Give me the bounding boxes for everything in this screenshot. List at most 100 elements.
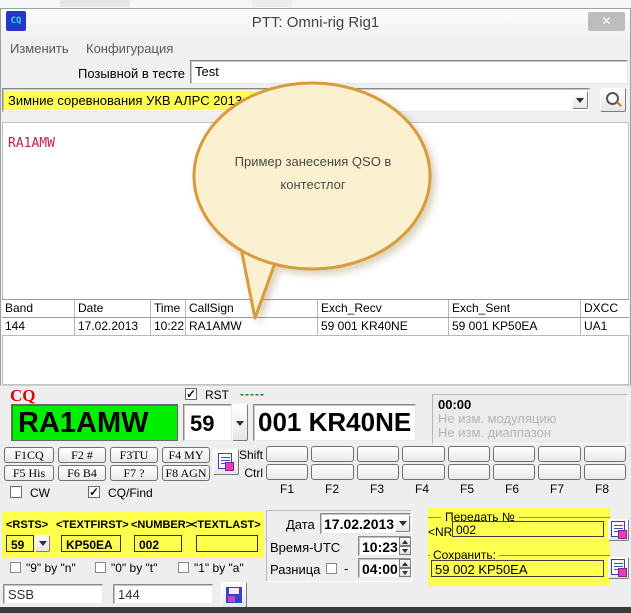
shift-macro-slot[interactable] <box>448 446 490 462</box>
column-header: Band <box>2 300 75 317</box>
status-timer: 00:00 <box>438 397 471 412</box>
save-settings-button[interactable] <box>221 582 247 608</box>
textlast-field[interactable] <box>196 535 258 552</box>
ctrl-macro-slot[interactable] <box>448 464 490 480</box>
ctrl-macro-slot[interactable] <box>493 464 535 480</box>
fkey-label: F5 <box>446 482 488 496</box>
diff-label: Разница <box>270 562 320 577</box>
cw-label: CW <box>30 486 50 500</box>
cw-checkbox[interactable] <box>10 486 22 498</box>
chevron-down-icon <box>39 541 47 546</box>
macro-button-f4my[interactable]: F4 MY <box>162 447 210 463</box>
close-icon[interactable]: ✕ <box>588 12 625 31</box>
macro-button-f2[interactable]: F2 # <box>58 447 106 463</box>
one-by-a-checkbox[interactable] <box>178 562 189 573</box>
rst-label: RST <box>205 388 229 402</box>
fkey-label: F7 <box>536 482 578 496</box>
rst-combo-dropdown-button[interactable] <box>232 404 248 441</box>
search-icon <box>604 91 622 109</box>
window-title: PTT: Omni-rig Rig1 <box>0 14 631 31</box>
diff-checkbox[interactable] <box>326 563 337 574</box>
shift-macro-slot[interactable] <box>538 446 580 462</box>
date-combo[interactable]: 17.02.2013 <box>320 513 411 534</box>
rst-combo[interactable]: 59 <box>183 404 232 441</box>
ctrl-macro-slot[interactable] <box>584 464 626 480</box>
diff-spin-buttons[interactable] <box>399 559 411 577</box>
number-field[interactable]: 002 <box>134 535 182 552</box>
shift-macro-row <box>266 446 626 462</box>
macro-button-f8agn[interactable]: F8 AGN <box>162 465 210 481</box>
ctrl-macro-slot[interactable] <box>266 464 308 480</box>
rsts-dropdown-button[interactable] <box>35 535 50 552</box>
band-field[interactable]: 144 <box>113 584 213 604</box>
macro-button-f6b4[interactable]: F6 B4 <box>58 465 106 481</box>
shift-macro-slot[interactable] <box>493 446 535 462</box>
rst-checkbox[interactable] <box>185 388 197 400</box>
callsign-input[interactable]: RA1AMW <box>11 404 178 441</box>
edit-note-icon <box>611 559 625 575</box>
fkey-label: F8 <box>581 482 623 496</box>
macro-button-f5his[interactable]: F5 His <box>4 465 54 481</box>
log-watermark: RA1AMW <box>8 136 55 151</box>
utc-spin-buttons[interactable] <box>399 537 411 555</box>
ctrl-macro-slot[interactable] <box>357 464 399 480</box>
diff-value: 04:00 <box>362 561 398 577</box>
ctrl-macro-slot[interactable] <box>311 464 353 480</box>
nr-field[interactable]: 002 <box>452 521 604 537</box>
diff-spinner[interactable]: 04:00 <box>358 558 411 578</box>
nr-edit-button[interactable] <box>608 519 629 541</box>
ctrl-macro-slot[interactable] <box>538 464 580 480</box>
fkey-label: F1 <box>266 482 308 496</box>
cqfind-checkbox[interactable] <box>88 486 100 498</box>
cqfind-label: CQ/Find <box>108 486 153 500</box>
menu-item-edit[interactable]: Изменить <box>10 41 69 56</box>
column-header: Exch_Sent <box>449 300 581 317</box>
macro-button-f3tu[interactable]: F3TU <box>110 447 158 463</box>
shift-macro-slot[interactable] <box>402 446 444 462</box>
ctrl-macro-row <box>266 464 626 480</box>
macro-button-f1cq[interactable]: F1CQ <box>4 447 54 463</box>
cell-dxcc: UA1 <box>581 318 629 335</box>
rsts-field[interactable]: 59 <box>6 535 34 552</box>
nine-by-n-label: "9" by "n" <box>26 561 76 575</box>
diff-sign: - <box>344 561 348 576</box>
spin-up-icon <box>402 562 408 566</box>
ctrl-label: Ctrl <box>223 466 263 480</box>
save-edit-button[interactable] <box>608 557 629 579</box>
shift-macro-slot[interactable] <box>311 446 353 462</box>
zero-by-t-checkbox[interactable] <box>95 562 106 573</box>
fkey-label-row: F1 F2 F3 F4 F5 F6 F7 F8 <box>266 482 626 496</box>
date-dropdown-button[interactable] <box>395 515 410 532</box>
status-panel: 00:00 Не изм. модуляцию Не изм. диаппазо… <box>432 394 628 444</box>
background-window-fragment <box>252 0 292 7</box>
rsts-header: <RSTS> <box>6 519 48 531</box>
macro-button-f7[interactable]: F7 ? <box>110 465 158 481</box>
ctrl-macro-slot[interactable] <box>402 464 444 480</box>
status-line2: Не изм. диаппазон <box>438 425 551 440</box>
number-header: <NUMBER> <box>131 519 192 531</box>
contest-combo-dropdown-button[interactable] <box>572 91 588 109</box>
edit-note-icon <box>611 521 625 537</box>
textfirst-header: <TEXTFIRST> <box>56 519 129 531</box>
background-window-fragment <box>60 0 130 7</box>
fkey-label: F2 <box>311 482 353 496</box>
menu-item-config[interactable]: Конфигурация <box>86 41 173 56</box>
shift-macro-slot[interactable] <box>357 446 399 462</box>
textfirst-field[interactable]: KP50EA <box>61 535 121 552</box>
zero-by-t-label: "0" by "t" <box>111 561 157 575</box>
cell-band: 144 <box>2 318 75 335</box>
mode-field[interactable]: SSB <box>3 584 103 604</box>
exchange-input[interactable]: 001 KR40NE <box>253 404 416 441</box>
application-window: CQ PTT: Omni-rig Rig1 ✕ Изменить Конфигу… <box>0 0 631 613</box>
window-bottom-edge <box>0 607 631 613</box>
shift-macro-slot[interactable] <box>266 446 308 462</box>
utc-spinner[interactable]: 10:23 <box>358 536 411 556</box>
test-callsign-value: Test <box>195 64 219 79</box>
shift-macro-slot[interactable] <box>584 446 626 462</box>
utc-label: Время-UTC <box>270 540 340 555</box>
contest-search-button[interactable] <box>600 88 626 112</box>
cell-exch-sent: 59 001 KP50EA <box>449 318 581 335</box>
nine-by-n-checkbox[interactable] <box>10 562 21 573</box>
textlast-header: <TEXTLAST> <box>191 519 261 531</box>
save-field[interactable]: 59 002 KP50EA <box>431 560 604 577</box>
